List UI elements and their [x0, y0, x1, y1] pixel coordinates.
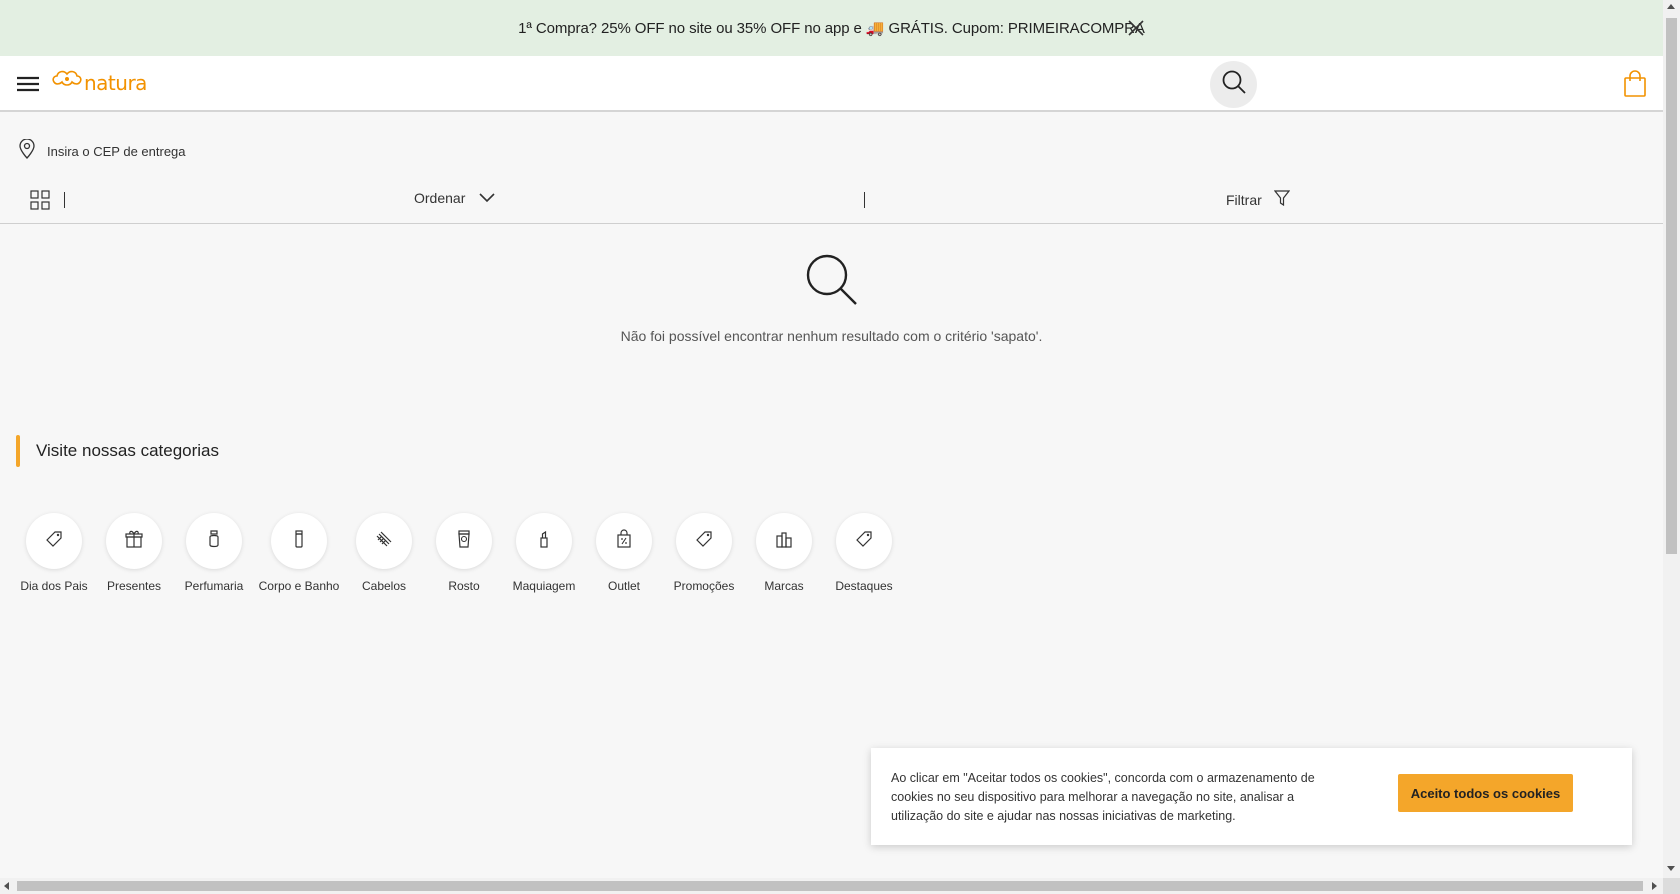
vertical-scrollbar[interactable]	[1663, 0, 1680, 878]
accent-bar	[16, 435, 20, 467]
category-label: Rosto	[448, 579, 480, 593]
category-circle	[106, 513, 162, 569]
category-destaques[interactable]: Destaques	[824, 513, 904, 593]
site-header: natura	[0, 56, 1663, 112]
logo[interactable]: natura	[52, 69, 147, 97]
category-label: Corpo e Banho	[258, 579, 340, 593]
category-outlet[interactable]: Outlet	[584, 513, 664, 593]
category-circle	[756, 513, 812, 569]
category-label: Dia dos Pais	[20, 579, 88, 593]
category-label: Cabelos	[361, 579, 407, 593]
category-circle	[26, 513, 82, 569]
category-circle	[436, 513, 492, 569]
category-label: Marcas	[764, 579, 804, 593]
scroll-down-icon[interactable]	[1667, 866, 1675, 871]
close-icon[interactable]	[1127, 19, 1145, 37]
lipstick-icon	[534, 529, 554, 554]
logo-text: natura	[84, 71, 147, 95]
products-icon	[774, 529, 794, 554]
categories-header: Visite nossas categorias	[16, 435, 219, 467]
category-promocoes[interactable]: Promoções	[664, 513, 744, 593]
scroll-right-icon[interactable]	[1652, 882, 1657, 890]
tag-icon	[694, 529, 714, 554]
comb-icon	[374, 529, 394, 554]
filter-label: Filtrar	[1226, 191, 1262, 208]
gift-icon	[124, 529, 144, 554]
discount-bag-icon	[614, 528, 634, 554]
search-button[interactable]	[1210, 61, 1257, 108]
category-cabelos[interactable]: Cabelos	[344, 513, 424, 593]
category-presentes[interactable]: Presentes	[94, 513, 174, 593]
bottle-icon	[289, 529, 309, 554]
search-icon	[1221, 69, 1247, 100]
perfume-icon	[204, 529, 224, 554]
page-viewport: 1ª Compra? 25% OFF no site ou 35% OFF no…	[0, 0, 1663, 878]
location-pin-icon	[19, 138, 35, 164]
category-circle	[836, 513, 892, 569]
category-circle	[271, 513, 327, 569]
category-label: Maquiagem	[512, 579, 576, 593]
category-label: Presentes	[106, 579, 162, 593]
category-label: Promoções	[673, 579, 735, 593]
order-dropdown[interactable]: Ordenar	[414, 190, 495, 206]
tag-icon	[854, 529, 874, 554]
order-label: Ordenar	[414, 190, 466, 206]
category-label: Perfumaria	[184, 579, 244, 593]
scrollbar-thumb[interactable]	[17, 881, 1643, 891]
filter-button[interactable]: Filtrar	[1226, 190, 1291, 209]
scroll-up-icon[interactable]	[1667, 4, 1675, 9]
category-marcas[interactable]: Marcas	[744, 513, 824, 593]
category-circle	[676, 513, 732, 569]
category-label: Outlet	[607, 579, 640, 593]
cep-selector[interactable]: Insira o CEP de entrega	[19, 138, 186, 164]
cookie-banner: Ao clicar em "Aceitar todos os cookies",…	[871, 748, 1632, 845]
scroll-left-icon[interactable]	[4, 882, 9, 890]
results-toolbar: Ordenar Filtrar	[0, 180, 1663, 224]
category-circle	[516, 513, 572, 569]
promo-banner: 1ª Compra? 25% OFF no site ou 35% OFF no…	[0, 0, 1663, 56]
horizontal-scrollbar[interactable]	[0, 878, 1663, 894]
category-rosto[interactable]: Rosto	[424, 513, 504, 593]
tag-icon	[44, 529, 64, 554]
grid-view-icon[interactable]	[30, 190, 50, 210]
search-icon	[804, 252, 860, 308]
scrollbar-corner	[1663, 878, 1680, 894]
scrollbar-thumb[interactable]	[1666, 18, 1677, 554]
category-circle	[596, 513, 652, 569]
no-results-message: Não foi possível encontrar nenhum result…	[620, 328, 1043, 344]
category-maquiagem[interactable]: Maquiagem	[504, 513, 584, 593]
category-corpo-e-banho[interactable]: Corpo e Banho	[254, 513, 344, 593]
cookie-text: Ao clicar em "Aceitar todos os cookies",…	[891, 771, 1315, 823]
category-dia-dos-pais[interactable]: Dia dos Pais	[14, 513, 94, 593]
chevron-down-icon	[479, 190, 495, 206]
shopping-bag-icon[interactable]	[1623, 70, 1647, 98]
category-circle	[186, 513, 242, 569]
promo-text: 1ª Compra? 25% OFF no site ou 35% OFF no…	[518, 20, 1145, 37]
natura-logo-icon	[52, 70, 82, 97]
divider	[64, 192, 65, 208]
category-circle	[356, 513, 412, 569]
face-cream-icon	[454, 529, 474, 554]
accept-cookies-button[interactable]: Aceito todos os cookies	[1398, 774, 1573, 812]
cep-label: Insira o CEP de entrega	[47, 144, 186, 159]
categories-title: Visite nossas categorias	[36, 441, 220, 460]
divider	[864, 192, 865, 208]
category-list: Dia dos Pais Presentes Perfumaria Corpo …	[14, 513, 904, 593]
category-perfumaria[interactable]: Perfumaria	[174, 513, 254, 593]
filter-icon	[1273, 190, 1291, 209]
menu-icon[interactable]	[16, 74, 40, 94]
category-label: Destaques	[835, 579, 893, 593]
